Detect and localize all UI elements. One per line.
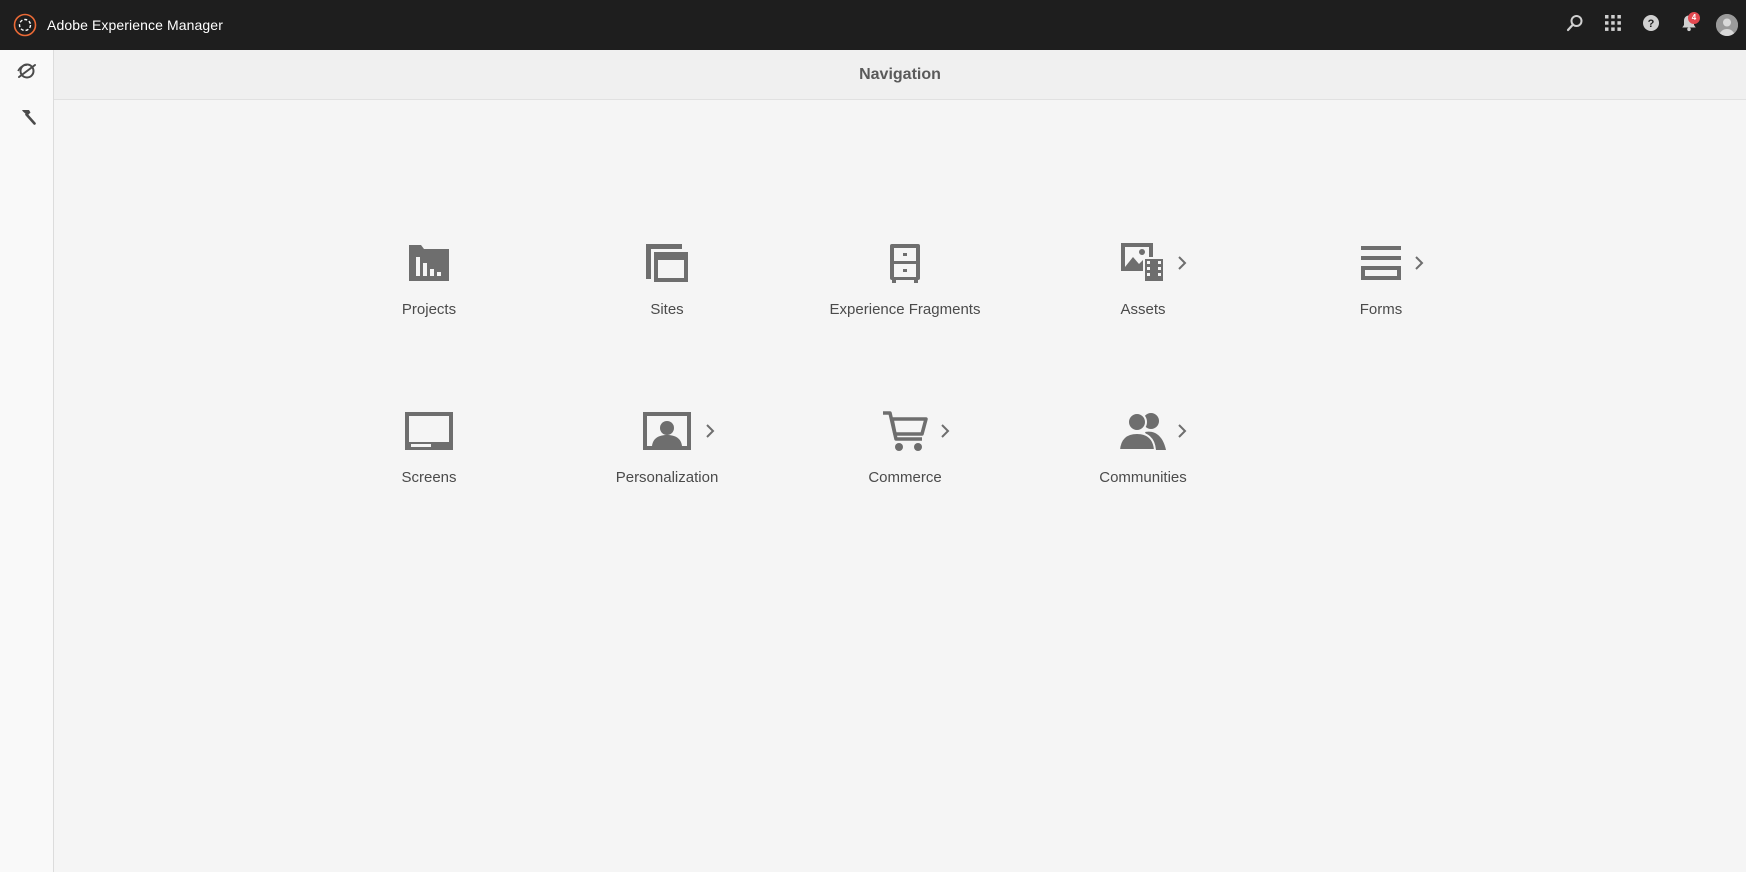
nav-item-projects[interactable]: Projects — [339, 235, 519, 345]
nav-item-label: Assets — [1120, 301, 1166, 318]
navigation-toggle-icon — [16, 60, 38, 87]
page-title: Navigation — [859, 65, 941, 83]
search-button[interactable] — [1556, 0, 1594, 50]
communities-people-icon — [1117, 410, 1169, 452]
nav-item-experience-fragments[interactable]: Experience Fragments — [815, 235, 995, 345]
nav-item-screens[interactable]: Screens — [339, 403, 519, 513]
projects-folder-icon — [407, 243, 451, 283]
notification-count-badge: 4 — [1688, 12, 1700, 24]
help-icon: ? — [1642, 14, 1660, 37]
left-rail — [0, 50, 54, 872]
tools-hammer-icon — [17, 107, 37, 132]
nav-item-personalization[interactable]: Personalization — [577, 403, 757, 513]
nav-item-assets[interactable]: Assets — [1053, 235, 1233, 345]
chevron-right-icon — [1177, 255, 1187, 271]
commerce-cart-icon — [881, 409, 929, 453]
chevron-right-icon — [705, 423, 715, 439]
nav-item-commerce[interactable]: Commerce — [815, 403, 995, 513]
chevron-right-icon — [940, 423, 950, 439]
page-header: Navigation — [54, 50, 1746, 100]
nav-item-label: Sites — [650, 301, 684, 318]
brand-home-link[interactable]: Adobe Experience Manager — [0, 0, 223, 50]
nav-item-label: Personalization — [615, 469, 719, 486]
chevron-right-icon — [1177, 423, 1187, 439]
nav-item-sites[interactable]: Sites — [577, 235, 757, 345]
user-profile-button[interactable] — [1708, 0, 1746, 50]
screens-monitor-icon — [404, 411, 454, 451]
nav-item-label: Commerce — [868, 469, 942, 486]
nav-item-label: Communities — [1099, 469, 1187, 486]
svg-text:?: ? — [1648, 18, 1655, 30]
app-title: Adobe Experience Manager — [47, 17, 223, 33]
personalization-icon — [642, 411, 692, 451]
help-button[interactable]: ? — [1632, 0, 1670, 50]
assets-media-icon — [1119, 241, 1167, 285]
forms-icon — [1360, 244, 1402, 282]
chevron-right-icon — [1414, 255, 1424, 271]
sites-pages-icon — [644, 242, 690, 284]
navigation-toggle-button[interactable] — [0, 50, 54, 96]
search-icon — [1566, 14, 1584, 37]
nav-item-label: Screens — [401, 469, 457, 486]
nav-item-forms[interactable]: Forms — [1291, 235, 1471, 345]
aem-logo-icon — [13, 13, 37, 37]
notifications-button[interactable]: 4 — [1670, 0, 1708, 50]
top-actions: ? 4 — [1556, 0, 1746, 50]
tools-button[interactable] — [0, 96, 54, 142]
solutions-button[interactable] — [1594, 0, 1632, 50]
nav-item-label: Projects — [401, 301, 457, 318]
top-bar: Adobe Experience Manager ? 4 — [0, 0, 1746, 50]
nav-item-label: Forms — [1359, 301, 1403, 318]
user-avatar — [1716, 14, 1738, 36]
navigation-grid: Projects Sites Experience Fragments Asse… — [54, 100, 1746, 872]
solutions-grid-icon — [1605, 14, 1621, 36]
experience-fragments-cabinet-icon — [888, 242, 922, 284]
nav-item-label: Experience Fragments — [829, 301, 981, 318]
nav-item-communities[interactable]: Communities — [1053, 403, 1233, 513]
